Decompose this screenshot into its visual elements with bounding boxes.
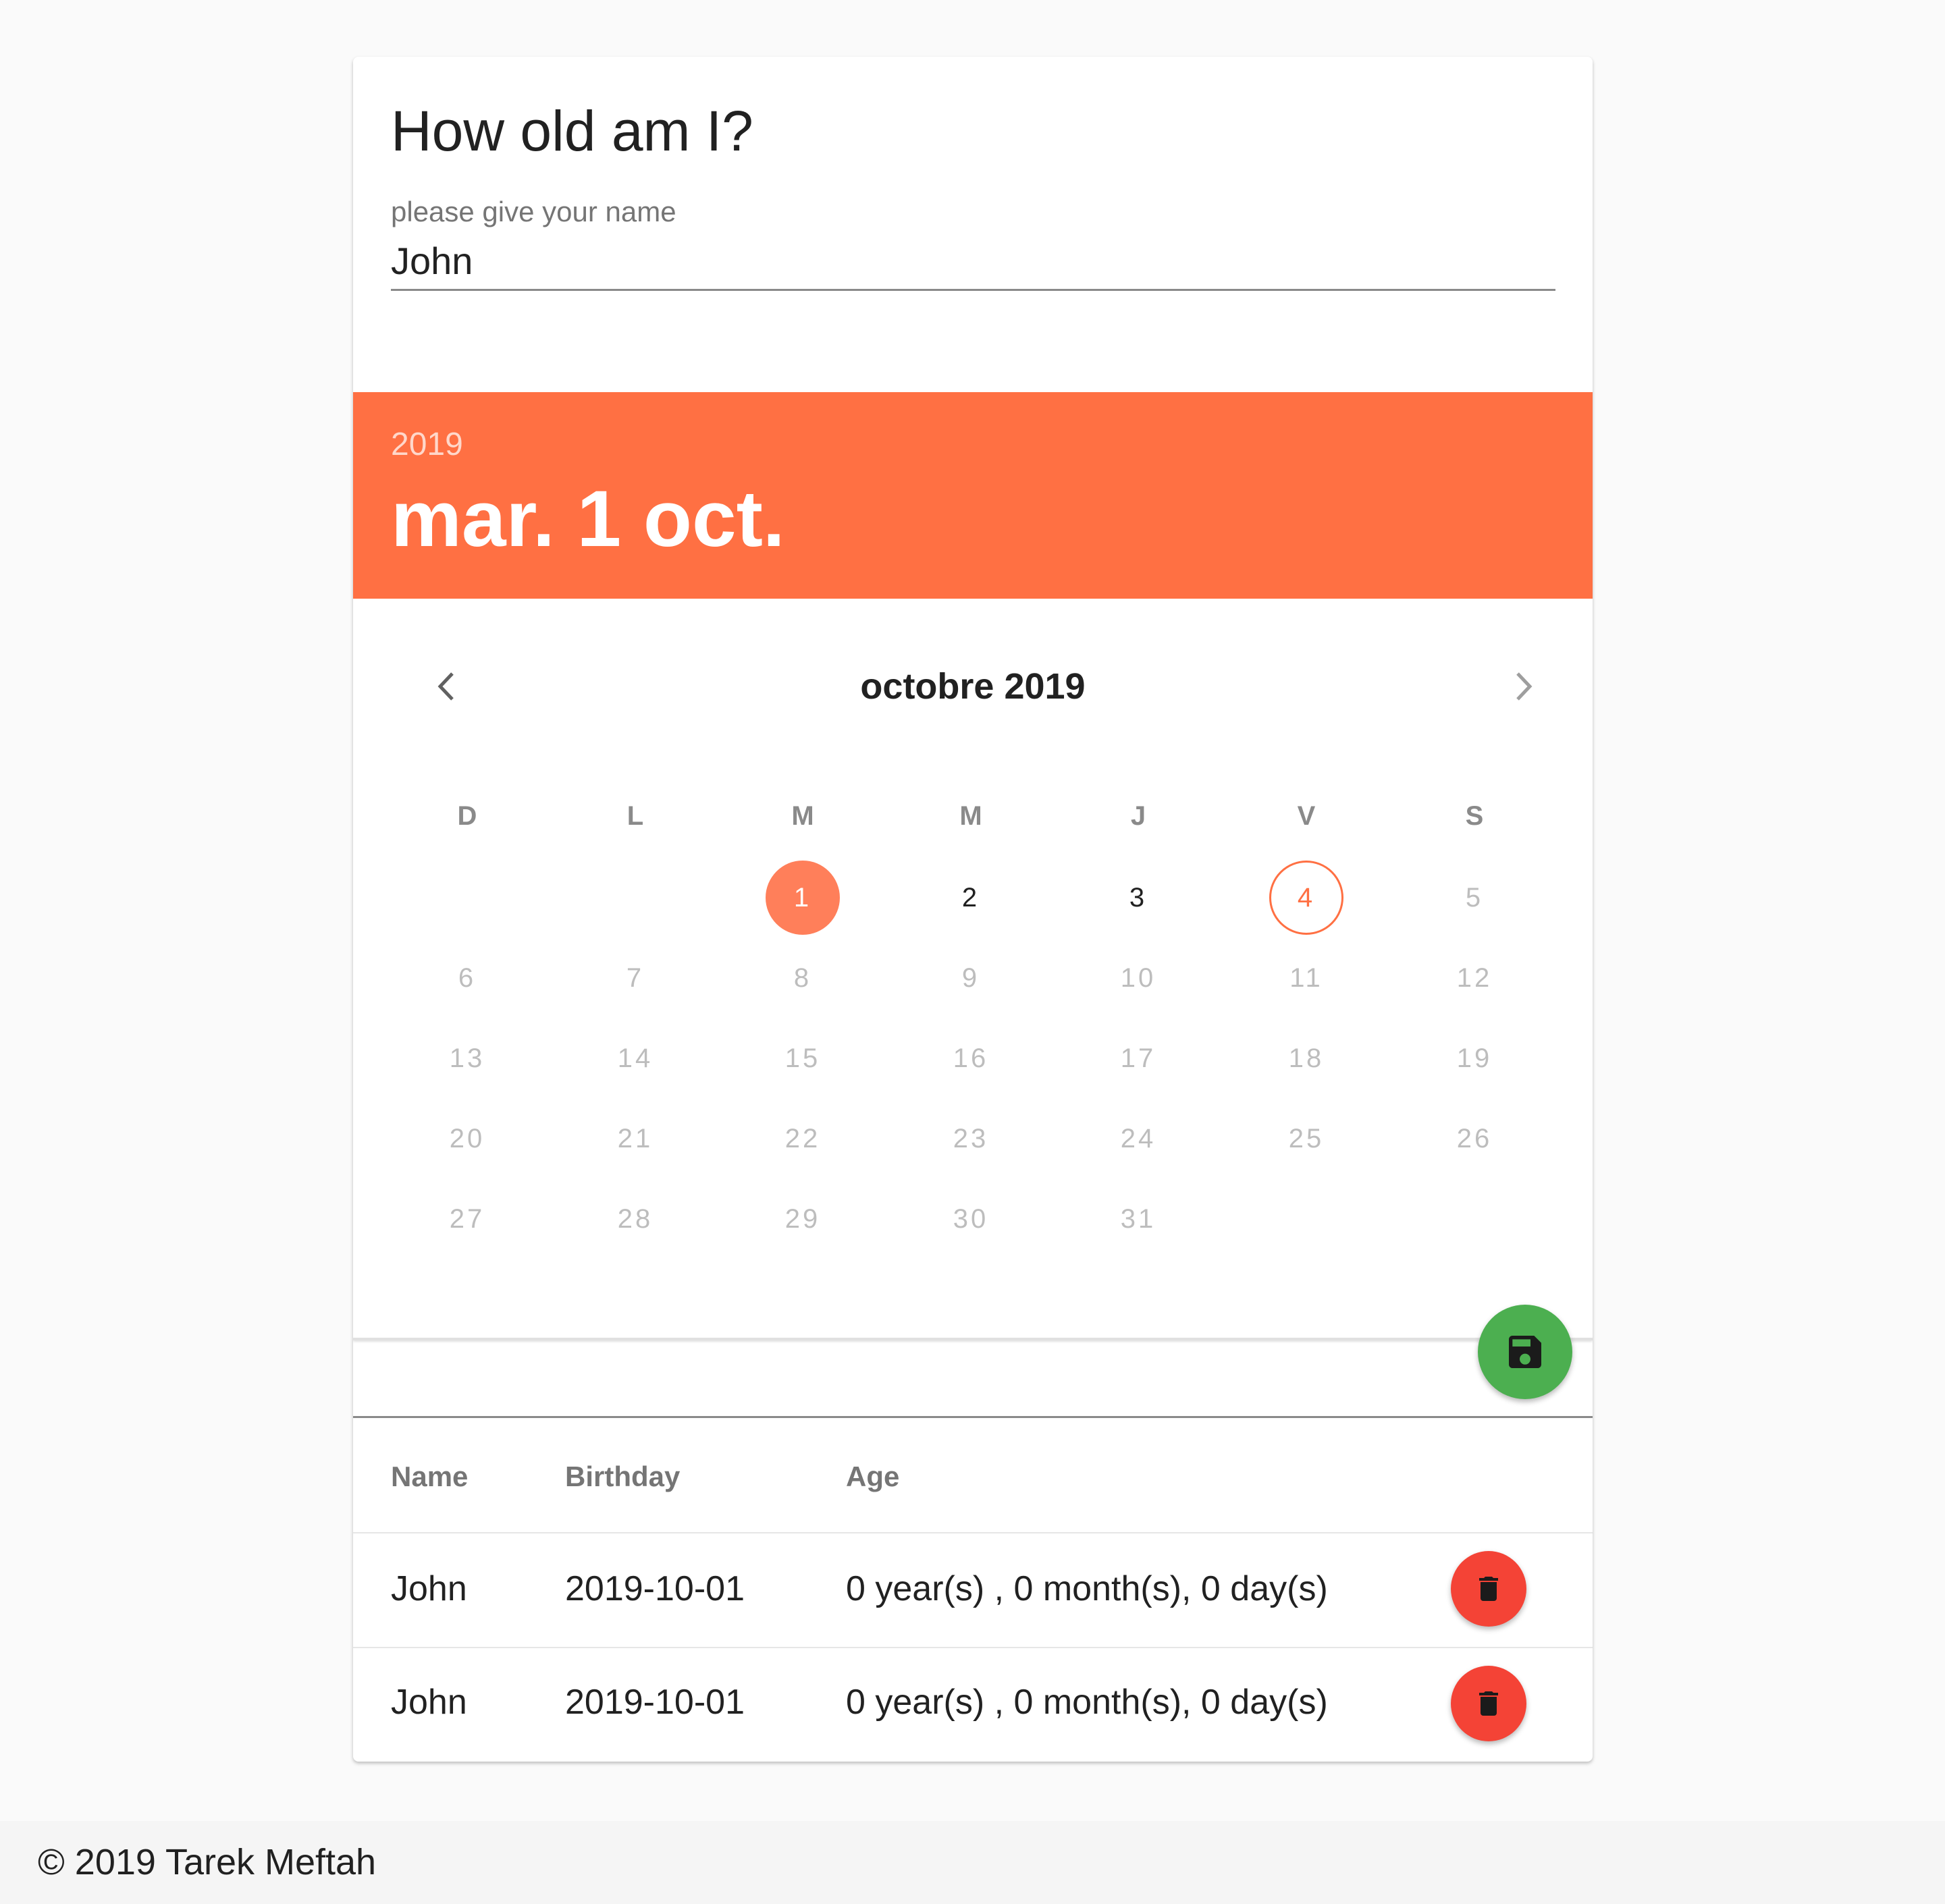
save-button[interactable] (1478, 1305, 1572, 1399)
column-header-name[interactable]: Name (391, 1461, 468, 1493)
calendar-day: 22 (784, 1123, 821, 1153)
footer: © 2019 Tarek Meftah (0, 1821, 1945, 1904)
calendar-day: 6 (458, 962, 477, 993)
column-header-age[interactable]: Age (846, 1461, 899, 1493)
calendar-day: 16 (953, 1043, 989, 1073)
calendar-day: 24 (1120, 1123, 1156, 1153)
calendar-day: 30 (953, 1203, 989, 1234)
calendar-day: 13 (449, 1043, 485, 1073)
calendar-day: 29 (784, 1203, 821, 1234)
column-header-birthday[interactable]: Birthday (565, 1461, 680, 1493)
row-name: John (391, 1683, 467, 1722)
calendar-day: 19 (1456, 1043, 1493, 1073)
row-divider (353, 1532, 1593, 1533)
row-birthday: 2019-10-01 (565, 1683, 745, 1722)
trash-icon (1479, 1691, 1498, 1716)
delete-row-button[interactable] (1451, 1551, 1526, 1627)
row-age: 0 year(s) , 0 month(s), 0 day(s) (846, 1683, 1328, 1722)
calendar-day: 7 (626, 962, 645, 993)
calendar-day: 28 (617, 1203, 654, 1234)
trash-icon (1479, 1577, 1498, 1601)
calendar-day: 23 (953, 1123, 989, 1153)
calendar-day: 31 (1120, 1203, 1156, 1234)
calendar-day[interactable]: 4 (1269, 861, 1343, 935)
calendar-day: 20 (449, 1123, 485, 1153)
calendar-day: 21 (617, 1123, 654, 1153)
calendar-day: 11 (1289, 962, 1323, 993)
calendar-day: 10 (1120, 962, 1156, 993)
calendar-day: 15 (784, 1043, 821, 1073)
calendar-day: 5 (1465, 882, 1484, 913)
delete-row-button[interactable] (1451, 1666, 1526, 1741)
picker-divider (353, 1338, 1593, 1340)
age-calculator-card: How old am I? please give your name 2019… (353, 57, 1593, 1762)
calendar-day: 26 (1456, 1123, 1493, 1153)
calendar-day[interactable]: 3 (1101, 861, 1175, 935)
calendar-day: 18 (1288, 1043, 1325, 1073)
calendar-day: 14 (617, 1043, 654, 1073)
calendar-day: 12 (1456, 962, 1493, 993)
row-birthday: 2019-10-01 (565, 1569, 745, 1608)
row-age: 0 year(s) , 0 month(s), 0 day(s) (846, 1569, 1328, 1608)
copyright-text: © 2019 Tarek Meftah (38, 1842, 377, 1882)
floppy-disk-icon (1509, 1336, 1541, 1368)
calendar-day: 25 (1288, 1123, 1325, 1153)
calendar-day[interactable]: 2 (934, 861, 1008, 935)
calendar-day: 8 (793, 962, 812, 993)
calendar-days-grid: 1 2 3 4 5 6 7 8 9 10 11 12 13 14 15 16 17 18 19 20 21 22 23 24 2… (353, 57, 1593, 1339)
calendar-day: 17 (1120, 1043, 1156, 1073)
table-divider (353, 1416, 1593, 1418)
row-name: John (391, 1569, 467, 1608)
calendar-day: 27 (449, 1203, 485, 1234)
row-divider (353, 1647, 1593, 1648)
calendar-day: 9 (961, 962, 980, 993)
calendar-day[interactable]: 1 (766, 861, 840, 935)
